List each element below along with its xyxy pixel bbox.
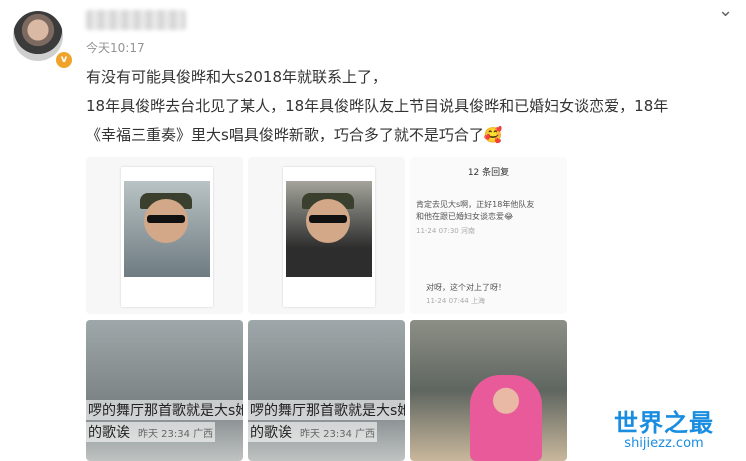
overlay-caption-2-text: 的歌诶 (250, 425, 292, 441)
overlay-caption-2: 的歌诶 昨天 23:34 广西 (248, 422, 378, 442)
overlay-caption-2: 的歌诶 昨天 23:34 广西 (86, 422, 216, 442)
comment-1-meta: 11-24 07:30 河南 (416, 227, 475, 235)
sunglasses (147, 215, 185, 223)
post-text-line-2: 18年具俊晔去台北见了某人，18年具俊晔队友上节目说具俊晔和已婚妇女谈恋爱，18… (86, 97, 669, 115)
post-time: 今天10:17 (86, 41, 145, 55)
site-watermark: 世界之最 shijiezz.com (614, 403, 714, 451)
verified-badge-icon: v (54, 50, 74, 70)
image-thumbnail-4[interactable]: 啰的舞厅那首歌就是大s她 的歌诶 昨天 23:34 广西 (86, 320, 243, 461)
comments-header: 12 条回复 (467, 168, 510, 178)
username-blurred[interactable] (86, 10, 186, 30)
comment-1-cont: 和他在跟已婚妇女谈恋爱😂 (416, 212, 514, 221)
comment-2: 对呀，这个对上了呀！ (426, 283, 506, 292)
image-thumbnail-5[interactable]: 啰的舞厅那首歌就是大s她 的歌诶 昨天 23:34 广西 (248, 320, 405, 461)
post-text-line-1: 有没有可能具俊晔和大s2018年就联系上了， (86, 68, 387, 86)
overlay-caption-2-text: 的歌诶 (88, 425, 130, 441)
chevron-down-icon[interactable]: ⌄ (718, 0, 733, 21)
photo-woman-pink (470, 375, 542, 461)
watermark-url: shijiezz.com (624, 436, 704, 451)
glasses (309, 215, 347, 223)
comment-2-meta: 11-24 07:44 上海 (426, 297, 485, 305)
overlay-caption-1: 啰的舞厅那首歌就是大s她 (86, 400, 243, 420)
overlay-caption-meta: 昨天 23:34 广西 (300, 429, 376, 440)
post-text-line-3: 《幸福三重奏》里大s唱具俊晔新歌，巧合多了就不是巧合了🥰 (86, 126, 503, 144)
watermark-title: 世界之最 (614, 409, 714, 437)
image-thumbnail-1[interactable] (86, 157, 243, 314)
overlay-caption-1: 啰的舞厅那首歌就是大s她 (248, 400, 405, 420)
image-thumbnail-2[interactable] (248, 157, 405, 314)
image-thumbnail-3[interactable]: 12 条回复 肯定去见大s啊，正好18年他队友 和他在跟已婚妇女谈恋爱😂 11-… (410, 157, 567, 314)
comment-1: 肯定去见大s啊，正好18年他队友 (416, 200, 535, 209)
image-thumbnail-6[interactable] (410, 320, 567, 461)
photo-man-cap (124, 181, 210, 277)
overlay-caption-meta: 昨天 23:34 广西 (138, 429, 214, 440)
photo-man-selfie (286, 181, 372, 277)
